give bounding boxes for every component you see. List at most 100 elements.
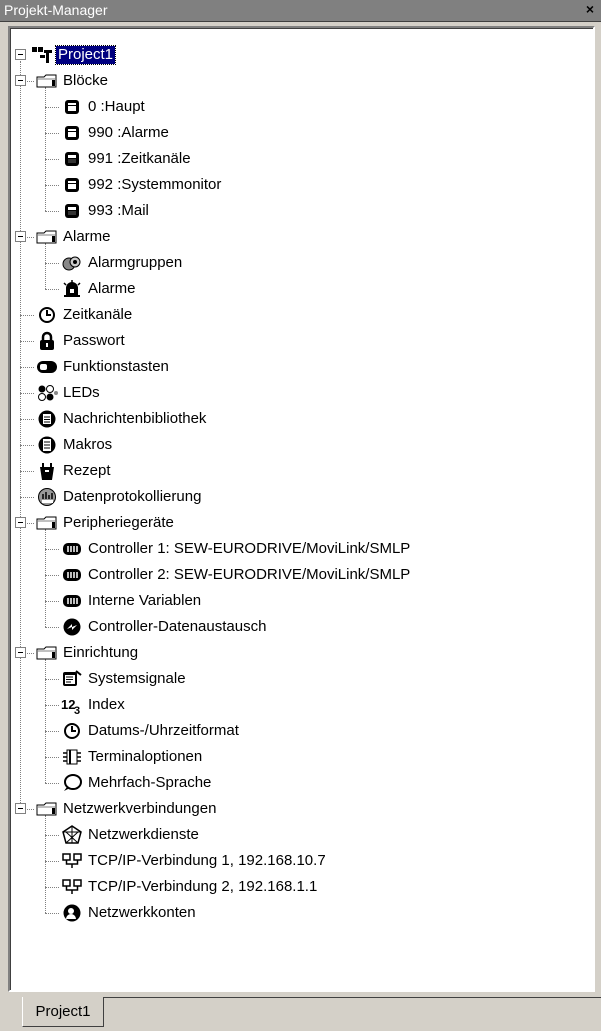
tree-item-label: Datenprotokollierung [63, 488, 202, 505]
leds-icon [36, 382, 58, 404]
controller-icon [61, 538, 83, 560]
tree-item-zeitkan-le[interactable]: Zeitkanäle [36, 302, 134, 328]
tree-connector [45, 159, 59, 160]
data-exchange-icon [61, 616, 83, 638]
tab-project1[interactable]: Project1 [22, 997, 104, 1027]
tree-expander[interactable] [15, 231, 26, 242]
tree-connector [45, 835, 59, 836]
tree-item-netzwerkdienste[interactable]: Netzwerkdienste [61, 822, 201, 848]
tree-item-tcp-ip-verbindung-1-192-168-10-7[interactable]: TCP/IP-Verbindung 1, 192.168.10.7 [61, 848, 328, 874]
tree-item-interne-variablen[interactable]: Interne Variablen [61, 588, 203, 614]
project-tree-panel[interactable]: Project1 Blöcke 0 :Haupt 990 :Alarme 991 :Z… [8, 26, 595, 992]
terminal-options-icon [61, 746, 83, 768]
network-account-icon [61, 902, 83, 924]
tree-guide-line [45, 87, 46, 211]
project-icon [31, 44, 53, 66]
block-filled-icon [61, 200, 83, 222]
tree-item-label: Zeitkanäle [63, 306, 133, 323]
speech-bubble-icon [61, 772, 83, 794]
tree-item-einrichtung[interactable]: Einrichtung [36, 640, 140, 666]
tree-item-alarme[interactable]: Alarme [36, 224, 113, 250]
project-tree[interactable]: Project1 Blöcke 0 :Haupt 990 :Alarme 991 :Z… [10, 28, 593, 990]
tree-item-alarme[interactable]: Alarme [61, 276, 138, 302]
folder-icon [36, 642, 58, 664]
tree-item-label: Netzwerkkonten [88, 904, 196, 921]
tree-connector [45, 627, 59, 628]
tree-item-label: Makros [63, 436, 113, 453]
tree-connector [45, 861, 59, 862]
tree-item-controller-2-sew-eurodrive-movilink-smlp[interactable]: Controller 2: SEW-EURODRIVE/MoviLink/SML… [61, 562, 412, 588]
tree-item-alarmgruppen[interactable]: Alarmgruppen [61, 250, 184, 276]
tree-item-label: Einrichtung [63, 644, 139, 661]
tree-connector [45, 757, 59, 758]
tree-item-netzwerkverbindungen[interactable]: Netzwerkverbindungen [36, 796, 218, 822]
tree-item-nachrichtenbibliothek[interactable]: Nachrichtenbibliothek [36, 406, 208, 432]
tree-expander[interactable] [15, 647, 26, 658]
tree-connector [45, 731, 59, 732]
tree-item-terminaloptionen[interactable]: Terminaloptionen [61, 744, 204, 770]
message-library-icon [36, 408, 58, 430]
tree-expander[interactable] [15, 803, 26, 814]
tree-connector [45, 913, 59, 914]
tree-connector [45, 705, 59, 706]
tree-expander[interactable] [15, 75, 26, 86]
tree-item-rezept[interactable]: Rezept [36, 458, 113, 484]
tree-item-label: Terminaloptionen [88, 748, 203, 765]
clock-icon [61, 720, 83, 742]
tree-item-passwort[interactable]: Passwort [36, 328, 127, 354]
tree-connector [45, 887, 59, 888]
title-bar: Projekt-Manager × [0, 0, 601, 22]
tree-item-label: Alarmgruppen [88, 254, 183, 271]
close-icon[interactable]: × [583, 1, 597, 17]
tree-item-993-mail[interactable]: 993 :Mail [61, 198, 151, 224]
clock-icon [36, 304, 58, 326]
tree-expander[interactable] [15, 517, 26, 528]
block-filled-icon [61, 148, 83, 170]
tree-item-bl-cke[interactable]: Blöcke [36, 68, 110, 94]
tree-item-label: Peripheriegeräte [63, 514, 174, 531]
tree-item-label: Funktionstasten [63, 358, 169, 375]
folder-icon [36, 226, 58, 248]
system-signal-icon [61, 668, 83, 690]
tree-item-controller-1-sew-eurodrive-movilink-smlp[interactable]: Controller 1: SEW-EURODRIVE/MoviLink/SML… [61, 536, 412, 562]
block-icon [61, 174, 83, 196]
tree-item-990-alarme[interactable]: 990 :Alarme [61, 120, 171, 146]
svg-text:3: 3 [74, 705, 80, 715]
tree-item-peripherieger-te[interactable]: Peripheriegeräte [36, 510, 176, 536]
tree-expander-root[interactable] [15, 49, 26, 60]
tree-connector [20, 497, 34, 498]
tree-item-0-haupt[interactable]: 0 :Haupt [61, 94, 147, 120]
tree-item-funktionstasten[interactable]: Funktionstasten [36, 354, 171, 380]
tree-connector [45, 783, 59, 784]
tree-item-controller-datenaustausch[interactable]: Controller-Datenaustausch [61, 614, 268, 640]
tree-root-label: Project1 [54, 45, 117, 65]
tree-connector [20, 341, 34, 342]
controller-icon [61, 564, 83, 586]
recipe-icon [36, 460, 58, 482]
tree-item-tcp-ip-verbindung-2-192-168-1-1[interactable]: TCP/IP-Verbindung 2, 192.168.1.1 [61, 874, 319, 900]
tree-item-leds[interactable]: LEDs [36, 380, 102, 406]
tree-item-index[interactable]: 12 3 Index [61, 692, 127, 718]
tree-connector [45, 263, 59, 264]
tree-item-992-systemmonitor[interactable]: 992 :Systemmonitor [61, 172, 223, 198]
tree-item-label: LEDs [63, 384, 100, 401]
tree-item-netzwerkkonten[interactable]: Netzwerkkonten [61, 900, 198, 926]
tree-item-991-zeitkan-le[interactable]: 991 :Zeitkanäle [61, 146, 193, 172]
tree-item-label: Interne Variablen [88, 592, 202, 609]
tree-item-mehrfach-sprache[interactable]: Mehrfach-Sprache [61, 770, 213, 796]
tree-connector [20, 367, 34, 368]
tree-item-label: TCP/IP-Verbindung 1, 192.168.10.7 [88, 852, 326, 869]
tab-bar-divider [104, 997, 601, 998]
block-icon [61, 96, 83, 118]
tree-item-label: Mehrfach-Sprache [88, 774, 212, 791]
tree-item-datenprotokollierung[interactable]: Datenprotokollierung [36, 484, 203, 510]
tree-item-makros[interactable]: Makros [36, 432, 114, 458]
tree-item-label: TCP/IP-Verbindung 2, 192.168.1.1 [88, 878, 318, 895]
tree-item-label: Controller-Datenaustausch [88, 618, 267, 635]
tree-connector [45, 601, 59, 602]
tree-item-label: Alarme [88, 280, 136, 297]
tree-guide-line [20, 61, 21, 809]
tree-root-project[interactable]: Project1 [31, 42, 117, 68]
tree-item-datums-uhrzeitformat[interactable]: Datums-/Uhrzeitformat [61, 718, 241, 744]
tree-item-systemsignale[interactable]: Systemsignale [61, 666, 188, 692]
